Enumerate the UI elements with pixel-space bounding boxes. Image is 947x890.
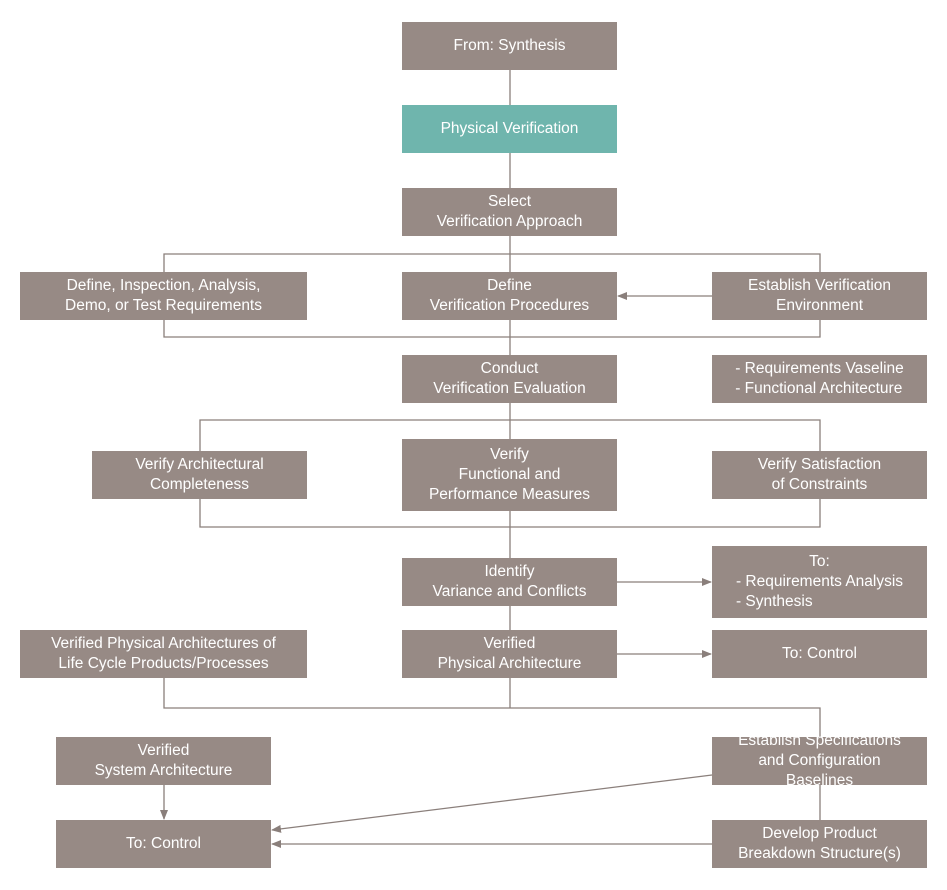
node-conduct-evaluation: Conduct Verification Evaluation <box>402 355 617 403</box>
to-requirements-title: To: <box>809 553 830 570</box>
node-verified-life-cycle: Verified Physical Architectures of Life … <box>20 630 307 678</box>
node-verify-functional: Verify Functional and Performance Measur… <box>402 439 617 511</box>
node-from-synthesis: From: Synthesis <box>402 22 617 70</box>
node-develop-pbs: Develop Product Breakdown Structure(s) <box>712 820 927 868</box>
to-requirements-list: - Requirements Analysis - Synthesis <box>735 573 904 610</box>
node-verify-architectural: Verify Architectural Completeness <box>92 451 307 499</box>
node-to-control-right: To: Control <box>712 630 927 678</box>
node-define-requirements: Define, Inspection, Analysis, Demo, or T… <box>20 272 307 320</box>
node-establish-specs: Establish Specifications and Configurati… <box>712 732 927 789</box>
node-requirements-baseline: - Requirements Vaseline - Functional Arc… <box>712 355 927 403</box>
node-define-procedures: Define Verification Procedures <box>402 272 617 320</box>
node-establish-environment: Establish Verification Environment <box>712 272 927 320</box>
node-verified-system: Verified System Architecture <box>56 737 271 785</box>
node-physical-verification: Physical Verification <box>402 105 617 153</box>
node-verified-physical: Verified Physical Architecture <box>402 630 617 678</box>
node-verify-constraints: Verify Satisfaction of Constraints <box>712 451 927 499</box>
node-identify-variance: Identify Variance and Conflicts <box>402 558 617 606</box>
bracket-define-bottom <box>163 320 821 338</box>
bracket-define-top <box>163 253 821 272</box>
arrow-specs-to-control <box>271 774 713 833</box>
node-select-approach: Select Verification Approach <box>402 188 617 236</box>
node-to-requirements: To: - Requirements Analysis - Synthesis <box>712 546 927 618</box>
node-to-control-left: To: Control <box>56 820 271 868</box>
